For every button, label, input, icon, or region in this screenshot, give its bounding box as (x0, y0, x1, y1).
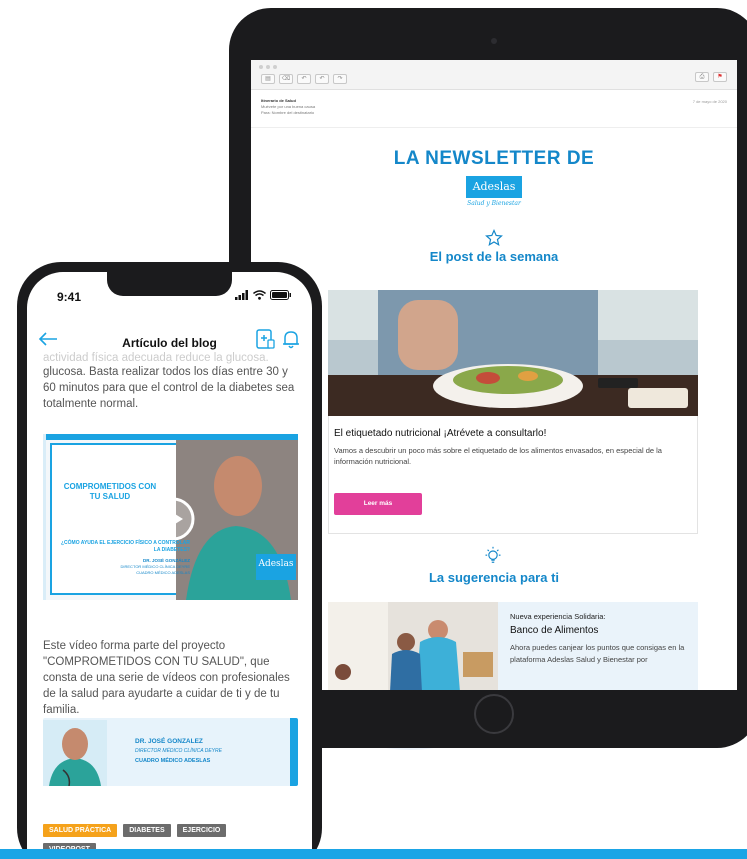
phone-notch (107, 272, 232, 296)
medical-device-icon[interactable] (254, 328, 276, 350)
doctor-card[interactable]: DR. JOSÉ GONZALEZ DIRECTOR MÉDICO CLÍNIC… (43, 718, 298, 786)
blog-article-screen: 9:41 Artículo del blog actividad física … (27, 272, 312, 859)
video-thumbnail (46, 434, 298, 600)
bell-icon[interactable] (280, 328, 302, 350)
battery-icon (270, 290, 291, 300)
salad-photo (328, 290, 698, 416)
tag-salud-practica[interactable]: SALUD PRÁCTICA (43, 824, 118, 837)
signal-icon (235, 290, 248, 300)
phone-device: 9:41 Artículo del blog actividad física … (17, 262, 322, 859)
doctor-photo (43, 720, 107, 786)
brand-tagline: Salud y Bienestar (467, 200, 521, 207)
food-bank-photo (328, 602, 498, 690)
doctor-role: DIRECTOR MÉDICO CLÍNICA DEYRE (135, 748, 222, 754)
wifi-icon (253, 290, 266, 300)
mail-toolbar: ▤ ⌫ ↶ ↶ ↷ ⎙ ⚑ (251, 60, 737, 90)
newsletter-title: LA NEWSLETTER DE (393, 148, 595, 169)
email-from: Itinerario de Salud (261, 98, 296, 103)
lightbulb-icon (485, 546, 501, 563)
article-paragraph-1: glucosa. Basta realizar todos los días e… (43, 366, 295, 410)
suggestion-headline[interactable]: Banco de Alimentos (510, 625, 688, 636)
trash-icon[interactable]: ⌫ (279, 74, 293, 84)
video-brand: Adeslas (258, 559, 294, 569)
email-header: Itinerario de Salud Muévete por una buen… (251, 90, 737, 128)
archive-icon[interactable]: ▤ (261, 74, 275, 84)
suggestion-kicker: Nueva experiencia Solidaria: (510, 612, 606, 621)
status-icons (235, 290, 292, 300)
video-question: ¿CÓMO AYUDA EL EJERCICIO FÍSICO A CONTRO… (61, 540, 190, 553)
tablet-camera (491, 38, 497, 44)
forward-icon[interactable]: ↷ (333, 74, 347, 84)
doctor-organization: CUADRO MÉDICO ADESLAS (135, 758, 211, 764)
reply-icon[interactable]: ↶ (297, 74, 311, 84)
reply-all-icon[interactable]: ↶ (315, 74, 329, 84)
flag-icon[interactable]: ⚑ (713, 72, 727, 82)
post-card: El etiquetado nutricional ¡Atrévete a co… (328, 416, 698, 534)
post-description: Vamos a descubrir un poco más sobre el e… (334, 446, 662, 466)
email-subject: Muévete por una buena causa (261, 104, 316, 109)
tag-ejercicio[interactable]: EJERCICIO (176, 824, 227, 837)
email-to: Para: Nombre del destinatario (261, 110, 315, 115)
suggestion-description: Ahora puedes canjear los puntos que cons… (510, 643, 685, 664)
promo-stage: ▤ ⌫ ↶ ↶ ↷ ⎙ ⚑ Itinerario de Salud Muévet… (0, 0, 747, 859)
email-date: 7 de mayo de 2020 (692, 99, 727, 104)
star-icon (485, 229, 503, 246)
tablet-home-button[interactable] (474, 694, 514, 734)
suggestion-section-title: La sugerencia para ti (428, 570, 560, 585)
print-icon[interactable]: ⎙ (695, 72, 709, 82)
video-campaign-title: COMPROMETIDOS CON TU SALUD (63, 482, 157, 501)
adeslas-logo: Adeslas (466, 176, 522, 198)
post-section-title: El post de la semana (429, 249, 559, 264)
read-more-button[interactable]: Leer más (334, 493, 422, 515)
status-time: 9:41 (57, 290, 82, 304)
video-doctor-name: DR. JOSÉ GONZÁLEZ (142, 558, 190, 563)
post-headline[interactable]: El etiquetado nutricional ¡Atrévete a co… (329, 416, 697, 439)
email-client-window: ▤ ⌫ ↶ ↶ ↷ ⎙ ⚑ Itinerario de Salud Muévet… (251, 60, 737, 690)
suggestion-card: Nueva experiencia Solidaria: Banco de Al… (498, 602, 698, 690)
video-doctor-org: CUADRO MÉDICO ADESLAS (136, 570, 190, 575)
tag-diabetes[interactable]: DIABETES (123, 824, 171, 837)
faded-previous-line: actividad física adecuada reduce la gluc… (43, 352, 269, 364)
doctor-name: DR. JOSÉ GONZALEZ (135, 738, 203, 745)
bottom-accent-band (0, 849, 747, 859)
window-controls (259, 65, 277, 69)
article-paragraph-2: Este vídeo forma parte del proyecto "COM… (43, 640, 290, 716)
video-player[interactable]: COMPROMETIDOS CON TU SALUD ¿CÓMO AYUDA E… (43, 434, 298, 600)
video-doctor-role: DIRECTOR MÉDICO CLÍNICA DEYRE (120, 564, 191, 569)
